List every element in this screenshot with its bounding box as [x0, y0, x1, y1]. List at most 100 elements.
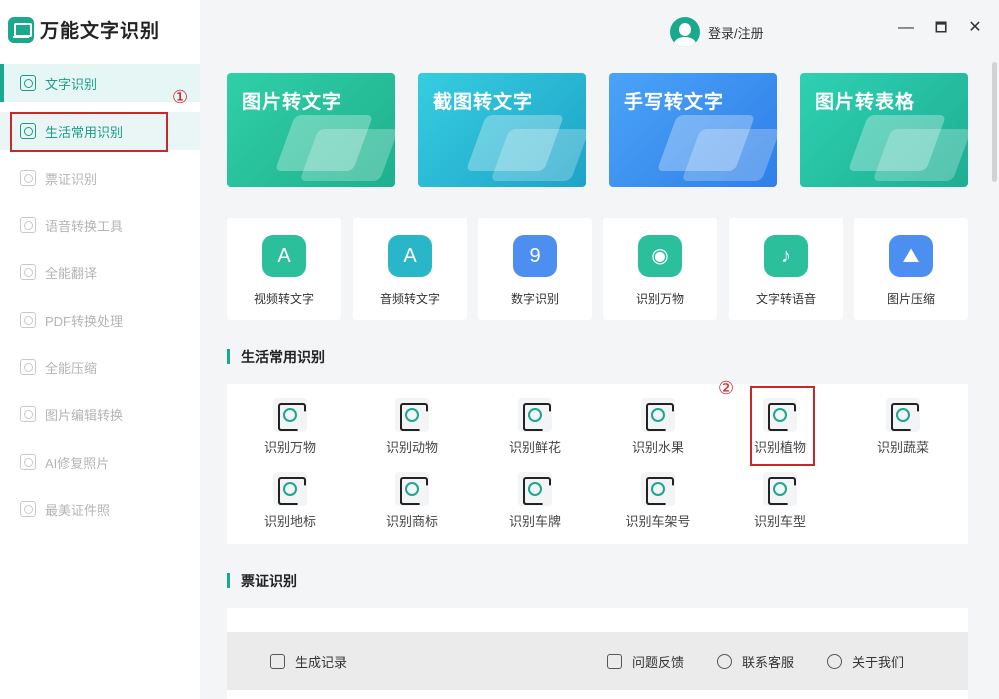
- voice-icon: [20, 217, 36, 233]
- scan-fruit-icon: [641, 398, 675, 432]
- life-item-label: 识别商标: [385, 514, 438, 529]
- music-note-icon: ♪: [764, 235, 808, 277]
- banner-title: 图片转文字: [242, 92, 343, 113]
- user-login[interactable]: 登录/注册: [670, 17, 764, 47]
- banner-title: 图片转表格: [815, 92, 916, 113]
- sidebar: 万能文字识别 文字识别 生活常用识别 票证识别 语音转换工具 全能翻译 PDF转…: [0, 0, 200, 699]
- sidebar-item-label: 文字识别: [45, 76, 98, 92]
- scan-animal-icon: [395, 398, 429, 432]
- info-icon: [827, 654, 842, 669]
- sidebar-item-ticket-recognition[interactable]: 票证识别: [0, 159, 200, 197]
- history-button[interactable]: 生成记录: [270, 652, 347, 671]
- sidebar-item-label: AI修复照片: [45, 455, 110, 471]
- tool-label: 数字识别: [510, 292, 559, 306]
- section-title-life: 生活常用识别: [227, 347, 325, 367]
- scan-flower-icon: [518, 398, 552, 432]
- scanner-logo-icon: [8, 16, 34, 43]
- video-text-icon: A: [262, 235, 306, 277]
- support-button[interactable]: 联系客服: [717, 652, 794, 671]
- banner-title: 手写转文字: [624, 92, 725, 113]
- support-label: 联系客服: [742, 655, 795, 670]
- minimize-button[interactable]: —: [898, 20, 914, 36]
- image-icon: [20, 406, 36, 422]
- banner-image-to-table[interactable]: 图片转表格: [800, 73, 968, 187]
- banner-screenshot-to-text[interactable]: 截图转文字: [418, 73, 586, 187]
- tool-label: 视频转文字: [253, 292, 314, 306]
- footer-bar: 生成记录 问题反馈 联系客服 关于我们: [227, 632, 968, 690]
- life-item-flower[interactable]: 识别鲜花: [480, 398, 590, 462]
- scan-trademark-icon: [395, 472, 429, 506]
- avatar: [670, 17, 700, 47]
- scan-icon: [20, 75, 36, 91]
- sidebar-item-label: 全能翻译: [45, 265, 98, 281]
- maximize-button[interactable]: 🗖: [933, 20, 949, 36]
- scan-eye-icon: [273, 398, 307, 432]
- id-photo-icon: [20, 501, 36, 517]
- sidebar-item-label: 票证识别: [45, 171, 98, 187]
- sidebar-item-voice-tools[interactable]: 语音转换工具: [0, 206, 200, 244]
- feedback-icon: [607, 654, 622, 669]
- scan-icon: [20, 170, 36, 186]
- life-item-animal[interactable]: 识别动物: [357, 398, 467, 462]
- life-item-label: 识别车牌: [508, 514, 561, 529]
- number-icon: 9: [513, 235, 557, 277]
- close-button[interactable]: ✕: [967, 20, 983, 36]
- tool-label: 文字转语音: [755, 292, 816, 306]
- banner-title: 截图转文字: [433, 92, 534, 113]
- section-title-ticket: 票证识别: [227, 571, 297, 591]
- annotation-two: ②: [718, 378, 735, 398]
- life-item-landmark[interactable]: 识别地标: [235, 472, 345, 536]
- about-button[interactable]: 关于我们: [827, 652, 904, 671]
- sidebar-item-text-recognition[interactable]: 文字识别: [0, 64, 200, 102]
- life-item-everything[interactable]: 识别万物: [235, 398, 345, 462]
- scan-truck-icon: [763, 472, 797, 506]
- history-label: 生成记录: [295, 655, 348, 670]
- sidebar-item-translate[interactable]: 全能翻译: [0, 253, 200, 291]
- sidebar-item-label: 图片编辑转换: [45, 407, 124, 423]
- life-item-license-plate[interactable]: 识别车牌: [480, 472, 590, 536]
- annotation-one: ①: [172, 87, 189, 107]
- about-label: 关于我们: [852, 655, 905, 670]
- life-item-label: 识别水果: [631, 440, 684, 455]
- tool-text-to-speech[interactable]: ♪ 文字转语音: [729, 218, 843, 320]
- scan-car-icon: [518, 472, 552, 506]
- banner-handwriting-to-text[interactable]: 手写转文字: [609, 73, 777, 187]
- app-title: 万能文字识别: [40, 21, 161, 42]
- sidebar-item-id-photo[interactable]: 最美证件照: [0, 490, 200, 528]
- feedback-label: 问题反馈: [632, 655, 685, 670]
- translate-icon: [20, 264, 36, 280]
- life-item-vin[interactable]: 识别车架号: [603, 472, 713, 536]
- login-register-link[interactable]: 登录/注册: [708, 23, 764, 42]
- tool-number-recognition[interactable]: 9 数字识别: [478, 218, 592, 320]
- sidebar-item-image-edit[interactable]: 图片编辑转换: [0, 395, 200, 433]
- scan-vin-icon: [641, 472, 675, 506]
- tool-audio-to-text[interactable]: A 音频转文字: [353, 218, 467, 320]
- sidebar-item-label: 全能压缩: [45, 360, 98, 376]
- feedback-button[interactable]: 问题反馈: [607, 652, 684, 671]
- highlight-box-plant: [750, 386, 815, 466]
- life-item-label: 识别车架号: [625, 514, 691, 529]
- life-item-car-model[interactable]: 识别车型: [725, 472, 835, 536]
- tool-image-compress[interactable]: ⛰ 图片压缩: [854, 218, 968, 320]
- life-item-fruit[interactable]: 识别水果: [603, 398, 713, 462]
- eye-icon: ◉: [638, 235, 682, 277]
- tool-label: 音频转文字: [379, 292, 440, 306]
- highlight-box-sidebar: [10, 112, 168, 152]
- life-item-label: 识别蔬菜: [876, 440, 929, 455]
- tool-recognize-everything[interactable]: ◉ 识别万物: [603, 218, 717, 320]
- life-item-label: 识别地标: [263, 514, 316, 529]
- sidebar-item-compress[interactable]: 全能压缩: [0, 348, 200, 386]
- app-logo: 万能文字识别: [8, 16, 160, 43]
- scan-vegetable-icon: [886, 398, 920, 432]
- sidebar-item-pdf[interactable]: PDF转换处理: [0, 301, 200, 339]
- clipboard-icon: [270, 654, 285, 669]
- banner-image-to-text[interactable]: 图片转文字: [227, 73, 395, 187]
- sidebar-item-ai-repair[interactable]: AI修复照片: [0, 443, 200, 481]
- life-item-label: 识别鲜花: [508, 440, 561, 455]
- scrollbar[interactable]: [992, 62, 997, 182]
- sidebar-item-label: 语音转换工具: [45, 218, 124, 234]
- tool-video-to-text[interactable]: A 视频转文字: [227, 218, 341, 320]
- life-item-vegetable[interactable]: 识别蔬菜: [848, 398, 958, 462]
- pdf-icon: [20, 312, 36, 328]
- life-item-trademark[interactable]: 识别商标: [357, 472, 467, 536]
